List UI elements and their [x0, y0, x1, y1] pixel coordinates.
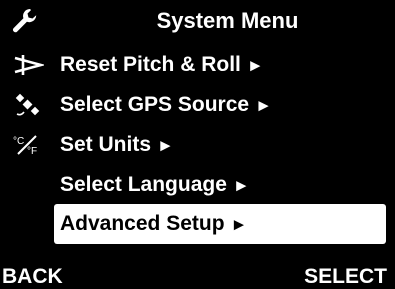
- menu-item-advanced-setup[interactable]: Advanced Setup ►: [0, 203, 395, 244]
- chevron-right-icon: ►: [255, 96, 272, 115]
- menu-header: System Menu: [0, 0, 395, 42]
- menu-item-label: Select Language ►: [60, 171, 250, 200]
- chevron-right-icon: ►: [232, 176, 250, 195]
- menu-item-label: Select GPS Source ►: [60, 91, 272, 120]
- chevron-right-icon: ►: [246, 56, 264, 75]
- menu-item-set-units[interactable]: °C °F Set Units ►: [0, 126, 395, 164]
- pitch-roll-icon: [12, 52, 47, 78]
- back-softkey[interactable]: BACK: [2, 265, 63, 289]
- menu-item-label: Set Units ►: [60, 131, 174, 160]
- wrench-icon: [10, 6, 40, 36]
- menu-item-label: Advanced Setup ►: [60, 210, 247, 239]
- menu-item-select-gps-source[interactable]: Select GPS Source ►: [0, 86, 395, 124]
- select-softkey[interactable]: SELECT: [304, 265, 387, 289]
- menu-item-reset-pitch-roll[interactable]: Reset Pitch & Roll ►: [0, 46, 395, 84]
- units-icon: °C °F: [12, 132, 44, 158]
- satellite-icon: [12, 92, 44, 118]
- svg-text:°F: °F: [27, 146, 37, 157]
- system-menu-screen: System Menu Reset Pitch & Roll ► Select G…: [0, 0, 395, 289]
- menu-item-select-language[interactable]: Select Language ►: [0, 166, 395, 204]
- page-title: System Menu: [156, 8, 299, 33]
- menu-item-label: Reset Pitch & Roll ►: [60, 51, 264, 80]
- svg-text:°C: °C: [13, 136, 24, 147]
- chevron-right-icon: ►: [230, 215, 248, 234]
- chevron-right-icon: ►: [157, 136, 174, 155]
